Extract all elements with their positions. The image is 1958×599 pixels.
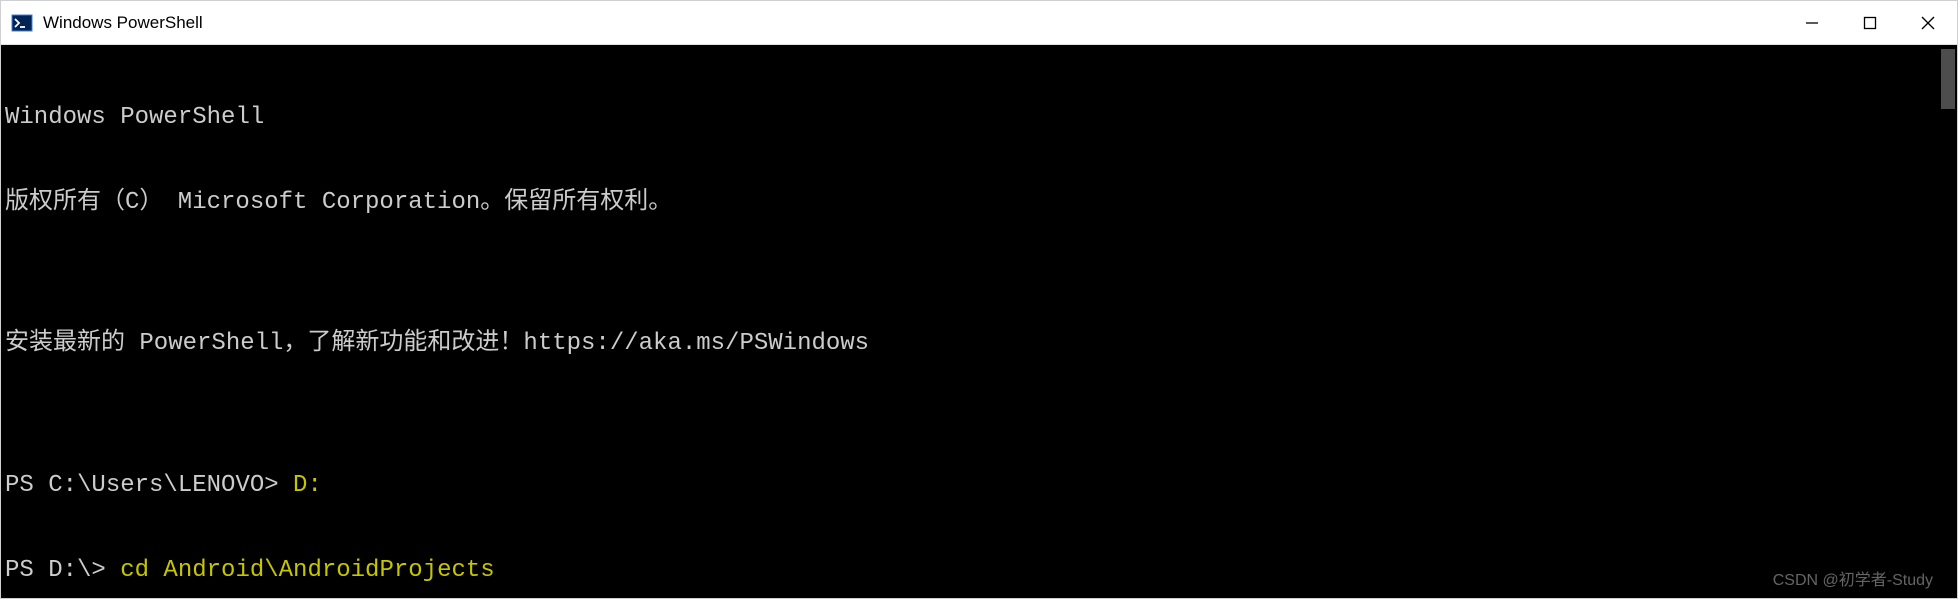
minimize-button[interactable] xyxy=(1783,1,1841,44)
maximize-button[interactable] xyxy=(1841,1,1899,44)
window-controls xyxy=(1783,1,1957,44)
terminal-line: 安装最新的 PowerShell，了解新功能和改进！https://aka.ms… xyxy=(5,330,1953,358)
terminal-area[interactable]: Windows PowerShell 版权所有（C） Microsoft Cor… xyxy=(1,45,1957,598)
command-text: D: xyxy=(293,472,322,499)
window-title: Windows PowerShell xyxy=(43,13,1783,33)
watermark: CSDN @初学者-Study xyxy=(1773,566,1933,590)
terminal-line: Windows PowerShell xyxy=(5,104,1953,132)
terminal-line: 版权所有（C） Microsoft Corporation。保留所有权利。 xyxy=(5,189,1953,217)
scrollbar-thumb[interactable] xyxy=(1941,49,1955,109)
powershell-icon xyxy=(11,12,33,34)
prompt: PS D:\> xyxy=(5,557,120,584)
terminal-line: PS C:\Users\LENOVO> D: xyxy=(5,472,1953,500)
terminal-content: Windows PowerShell 版权所有（C） Microsoft Cor… xyxy=(1,45,1957,598)
titlebar[interactable]: Windows PowerShell xyxy=(1,1,1957,45)
close-icon xyxy=(1920,15,1936,31)
command-text: cd Android\AndroidProjects xyxy=(120,557,494,584)
close-button[interactable] xyxy=(1899,1,1957,44)
prompt: PS C:\Users\LENOVO> xyxy=(5,472,293,499)
maximize-icon xyxy=(1863,16,1877,30)
terminal-line: PS D:\> cd Android\AndroidProjects xyxy=(5,557,1953,585)
minimize-icon xyxy=(1805,16,1819,30)
scrollbar[interactable] xyxy=(1937,45,1957,598)
window-frame: Windows PowerShell Windows Power xyxy=(0,0,1958,599)
